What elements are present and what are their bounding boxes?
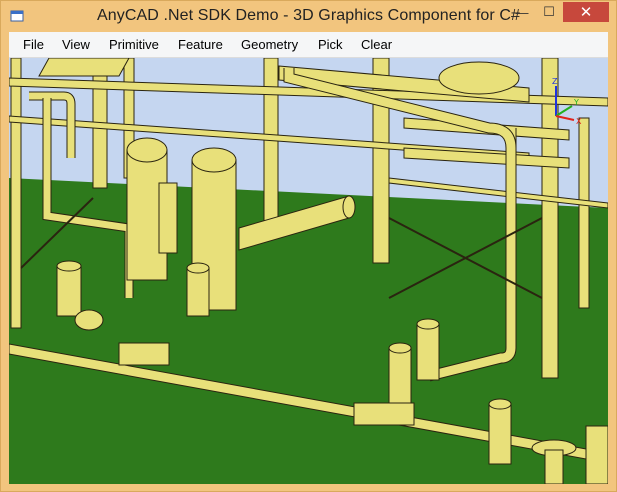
pump-motor [118,342,170,366]
drum-end [342,195,356,219]
structure-beam [38,58,130,77]
axis-y-label: Y [573,98,579,107]
close-button[interactable]: ✕ [563,2,609,22]
pump-vessel [488,403,512,465]
vessel-top [126,137,168,163]
pump-vessel [585,425,608,484]
structure-column [263,58,279,239]
pump-motor [353,402,415,426]
minimize-button[interactable]: — [508,2,536,22]
structure-column [10,58,22,329]
pump-vessel-top [56,260,82,272]
pump-vessel [416,323,440,381]
pump-vessel [56,265,82,317]
app-window: AnyCAD .Net SDK Demo - 3D Graphics Compo… [0,0,617,492]
pump-vessel-top [416,318,440,330]
structure-column [578,117,590,309]
axis-x-label: X [576,117,582,126]
menu-geometry[interactable]: Geometry [241,37,298,52]
pump-vessel-top [488,398,512,410]
piping-scene: Z Y X [9,58,608,484]
menu-pick[interactable]: Pick [318,37,343,52]
maximize-button[interactable]: ☐ [536,2,562,22]
menu-clear[interactable]: Clear [361,37,392,52]
pump-vessel [186,267,210,317]
menu-feature[interactable]: Feature [178,37,223,52]
menu-view[interactable]: View [62,37,90,52]
menu-file[interactable]: File [23,37,44,52]
pump-vessel-top [186,262,210,274]
pump-vessel-top [388,342,412,354]
menu-bar: File View Primitive Feature Geometry Pic… [9,32,608,58]
pump-vessel [158,182,178,254]
overhead-vessel [438,61,520,95]
pump-vessel [388,347,412,404]
axis-z-label: Z [552,77,558,86]
3d-viewport[interactable]: Z Y X [9,58,608,484]
title-bar[interactable]: AnyCAD .Net SDK Demo - 3D Graphics Compo… [1,1,616,31]
valve-stem [544,449,564,484]
pump-body [74,309,104,331]
menu-primitive[interactable]: Primitive [109,37,159,52]
vessel-top [191,147,237,173]
